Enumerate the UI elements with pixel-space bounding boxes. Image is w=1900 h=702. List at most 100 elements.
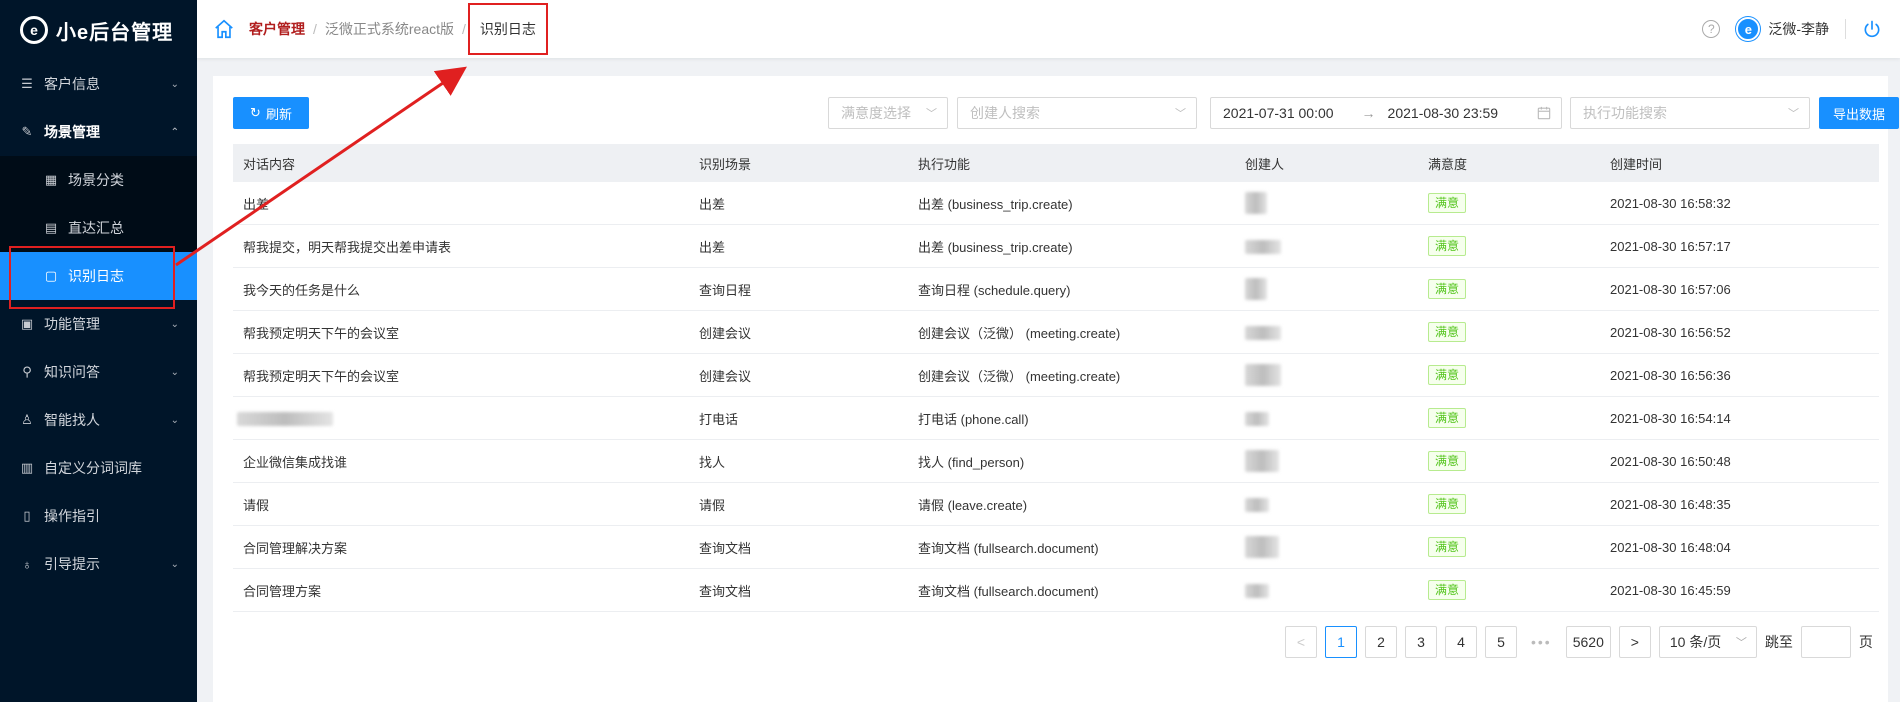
cell-content: 帮我预定明天下午的会议室	[243, 368, 400, 384]
function-placeholder: 执行功能搜索	[1583, 105, 1667, 121]
sidebar-item-label: 操作指引	[44, 508, 100, 524]
chevron-down-icon: ⌄	[170, 366, 179, 378]
breadcrumb-customer-management[interactable]: 客户管理	[249, 19, 305, 39]
user-name[interactable]: 泛微-李静	[1768, 19, 1829, 39]
header-divider	[1845, 19, 1846, 39]
sidebar-item-direct-summary[interactable]: ▤ 直达汇总	[0, 204, 197, 252]
cell-created-time: 2021-08-30 16:56:36	[1610, 367, 1731, 383]
cell-satisfaction: 满意	[1418, 322, 1600, 342]
cell-satisfaction: 满意	[1418, 580, 1600, 600]
sidebar: e 小e后台管理 ☰ 客户信息 ⌄ ✎ 场景管理 ⌃ ▦ 场景分类 ▤ 直达汇总…	[0, 0, 197, 702]
status-badge: 满意	[1428, 451, 1467, 471]
status-badge: 满意	[1428, 365, 1467, 385]
status-badge: 满意	[1428, 580, 1467, 600]
cell-creator	[1235, 582, 1418, 598]
chevron-down-icon: ﹀	[1735, 637, 1747, 649]
table-row[interactable]: 出差 出差 出差 (business_trip.create) 满意 2021-08-3…	[233, 182, 1879, 225]
avatar[interactable]: e	[1736, 17, 1761, 41]
table-row[interactable]: 打电话 打电话 (phone.call) 满意 2021-08-30 16:54:14	[233, 397, 1879, 440]
column-header-creator: 创建人	[1245, 156, 1285, 172]
cell-creator	[1235, 324, 1418, 340]
export-button[interactable]: 导出数据	[1819, 97, 1899, 129]
cell-created-time: 2021-08-30 16:58:32	[1610, 195, 1731, 211]
cell-creator	[1235, 410, 1418, 426]
creator-search-select[interactable]: 创建人搜索 ﹀	[957, 97, 1197, 129]
table-row[interactable]: 请假 请假 请假 (leave.create) 满意 2021-08-30 16:48:…	[233, 483, 1879, 526]
page-4-button[interactable]: 4	[1445, 626, 1477, 658]
cell-satisfaction: 满意	[1418, 365, 1600, 385]
date-start[interactable]: 2021-07-31 00:00	[1223, 105, 1334, 121]
redacted-creator	[1245, 325, 1281, 340]
recognition-log-table: 对话内容 识别场景 执行功能 创建人 满意度 创建时间 出差 出差 出差 (busi…	[233, 144, 1879, 612]
sidebar-item-smart-find-person[interactable]: ♙ 智能找人 ⌄	[0, 396, 197, 444]
cell-content: 我今天的任务是什么	[243, 282, 361, 298]
date-range-picker[interactable]: 2021-07-31 00:00 → 2021-08-30 23:59	[1210, 97, 1562, 129]
power-icon[interactable]	[1862, 19, 1882, 39]
sidebar-item-label: 直达汇总	[68, 220, 124, 236]
page-5-button[interactable]: 5	[1485, 626, 1517, 658]
sidebar-item-scene-category[interactable]: ▦ 场景分类	[0, 156, 197, 204]
prev-page-button[interactable]: <	[1285, 626, 1317, 658]
sidebar-item-customer-info[interactable]: ☰ 客户信息 ⌄	[0, 60, 197, 108]
pagination: < 1 2 3 4 5 ••• 5620 > 10 条/页 ﹀ 跳至 页	[1285, 626, 1873, 658]
page-2-button[interactable]: 2	[1365, 626, 1397, 658]
sidebar-item-operation-guide[interactable]: ▯ 操作指引	[0, 492, 197, 540]
cell-content: 企业微信集成找谁	[243, 454, 348, 470]
cell-function: 出差 (business_trip.create)	[918, 196, 1073, 212]
redacted-creator	[1245, 536, 1279, 558]
refresh-icon: ↻	[250, 105, 261, 120]
page-3-button[interactable]: 3	[1405, 626, 1437, 658]
refresh-button[interactable]: ↻ 刷新	[233, 97, 309, 129]
table-row[interactable]: 帮我预定明天下午的会议室 创建会议 创建会议（泛微） (meeting.create…	[233, 311, 1879, 354]
sidebar-menu: ☰ 客户信息 ⌄ ✎ 场景管理 ⌃ ▦ 场景分类 ▤ 直达汇总 ▢ 识别日志 ▣	[0, 60, 197, 588]
cell-scene: 查询日程	[699, 282, 752, 298]
last-page-button[interactable]: 5620	[1565, 626, 1611, 658]
table-row[interactable]: 帮我预定明天下午的会议室 创建会议 创建会议（泛微） (meeting.create…	[233, 354, 1879, 397]
sidebar-item-knowledge-qa[interactable]: ⚲ 知识问答 ⌄	[0, 348, 197, 396]
function-search-select[interactable]: 执行功能搜索 ﹀	[1570, 97, 1810, 129]
redacted-creator	[1245, 497, 1269, 512]
table-row[interactable]: 帮我提交，明天帮我提交出差申请表 出差 出差 (business_trip.crea…	[233, 225, 1879, 268]
page-size-select[interactable]: 10 条/页 ﹀	[1658, 626, 1757, 658]
cell-satisfaction: 满意	[1418, 494, 1600, 514]
next-page-button[interactable]: >	[1618, 626, 1651, 658]
breadcrumb-system[interactable]: 泛微正式系统react版	[325, 19, 454, 39]
jump-page-input[interactable]	[1800, 626, 1851, 658]
cell-function: 创建会议（泛微） (meeting.create)	[918, 325, 1121, 341]
cell-scene: 创建会议	[699, 368, 752, 384]
sidebar-item-custom-dictionary[interactable]: ▥ 自定义分词词库	[0, 444, 197, 492]
redacted-creator	[1245, 278, 1267, 300]
cell-created-time: 2021-08-30 16:57:17	[1610, 238, 1731, 254]
table-row[interactable]: 企业微信集成找谁 找人 找人 (find_person) 满意 2021-08-30 1…	[233, 440, 1879, 483]
home-icon[interactable]	[213, 18, 235, 40]
cell-scene: 找人	[699, 454, 726, 470]
cell-content: 帮我预定明天下午的会议室	[243, 325, 400, 341]
cell-scene: 出差	[699, 196, 726, 212]
cell-satisfaction: 满意	[1418, 537, 1600, 557]
date-end[interactable]: 2021-08-30 23:59	[1388, 105, 1499, 121]
table-row[interactable]: 合同管理方案 查询文档 查询文档 (fullsearch.document) 满意 20…	[233, 569, 1879, 612]
breadcrumb-current: 识别日志	[467, 3, 548, 55]
chevron-up-icon: ⌃	[170, 126, 179, 138]
more-pages-button[interactable]: •••	[1525, 626, 1558, 658]
cell-content: 合同管理解决方案	[243, 540, 348, 556]
page-1-button[interactable]: 1	[1325, 626, 1357, 658]
satisfaction-select[interactable]: 满意度选择 ﹀	[828, 97, 948, 129]
cell-scene: 请假	[699, 497, 726, 513]
cell-scene: 出差	[699, 239, 726, 255]
sidebar-item-scene-management[interactable]: ✎ 场景管理 ⌃	[0, 108, 197, 156]
cell-content: 帮我提交，明天帮我提交出差申请表	[243, 239, 452, 255]
cell-function: 找人 (find_person)	[918, 454, 1025, 470]
column-header-scene: 识别场景	[699, 156, 752, 172]
sidebar-item-label: 场景管理	[44, 124, 100, 140]
cell-satisfaction: 满意	[1418, 408, 1600, 428]
redacted-creator	[1245, 192, 1267, 214]
logo-icon: e	[20, 16, 48, 44]
table-row[interactable]: 合同管理解决方案 查询文档 查询文档 (fullsearch.document) 满意…	[233, 526, 1879, 569]
cell-creator	[1235, 536, 1418, 558]
cell-creator	[1235, 450, 1418, 472]
cell-content: 合同管理方案	[243, 583, 322, 599]
sidebar-item-guide-tips[interactable]: ♁ 引导提示 ⌄	[0, 540, 197, 588]
help-icon[interactable]: ?	[1702, 20, 1721, 38]
table-row[interactable]: 我今天的任务是什么 查询日程 查询日程 (schedule.query) 满意 2021…	[233, 268, 1879, 311]
